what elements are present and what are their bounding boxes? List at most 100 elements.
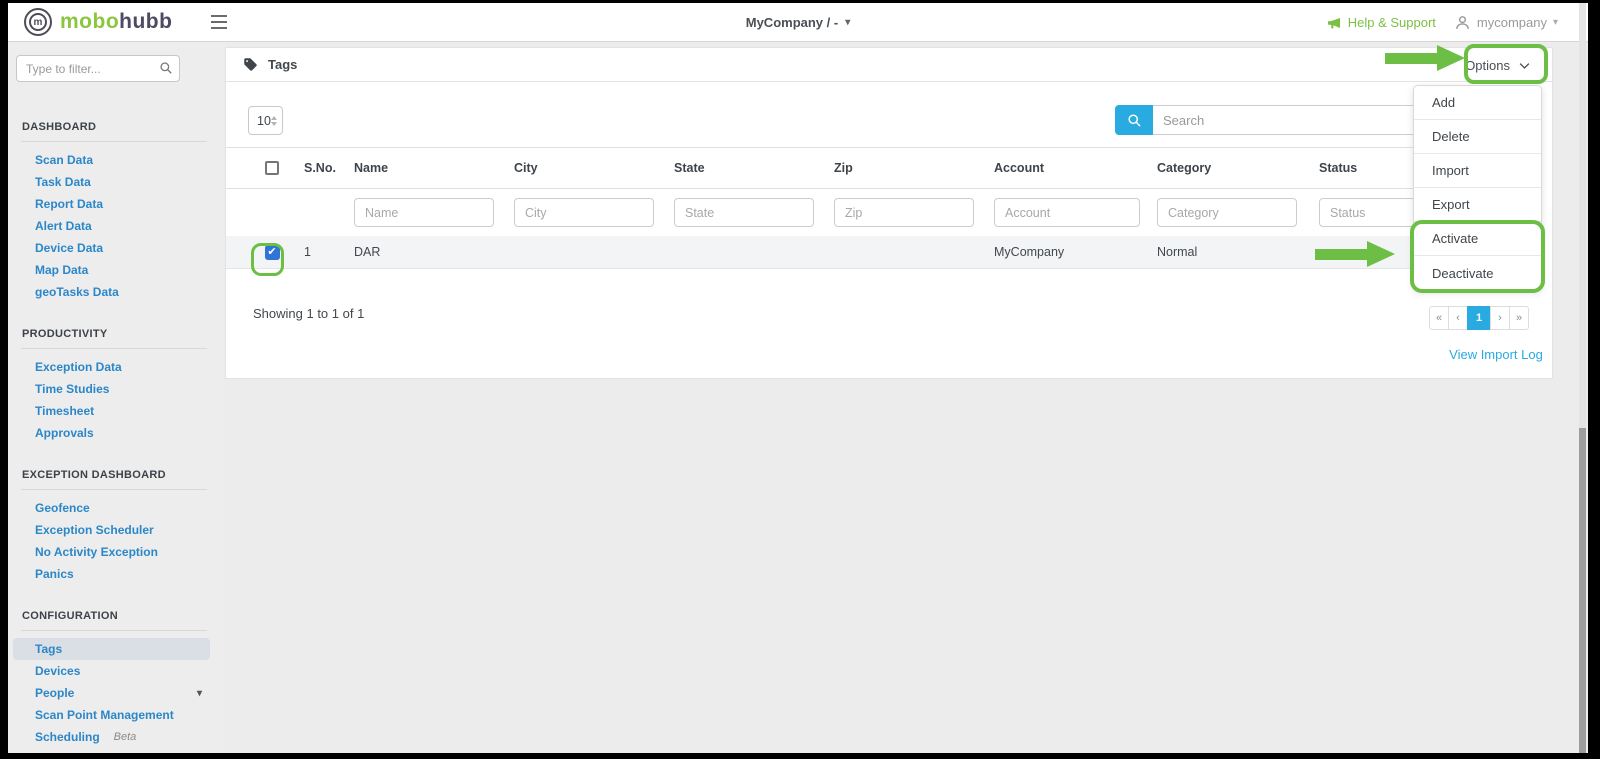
column-header-s-no[interactable]: S.No.	[296, 161, 346, 175]
scrollbar-thumb[interactable]	[1579, 428, 1586, 753]
menu-item-deactivate[interactable]: Deactivate	[1414, 256, 1541, 290]
user-menu-label: mycompany	[1477, 15, 1547, 30]
sidebar-item-devices[interactable]: Devices	[13, 660, 210, 682]
page-nav-button[interactable]: ›	[1490, 306, 1510, 330]
column-header-name[interactable]: Name	[346, 161, 506, 175]
sidebar-item-timesheet[interactable]: Timesheet	[13, 400, 210, 422]
sidebar-item-label: Approvals	[35, 426, 94, 440]
page-nav-button[interactable]: ‹	[1448, 306, 1468, 330]
filter-input-city[interactable]	[514, 198, 654, 227]
panel-header: Tags Options	[226, 48, 1552, 82]
megaphone-icon	[1326, 15, 1342, 31]
sidebar-item-geotasks-data[interactable]: geoTasks Data	[13, 281, 210, 303]
sidebar-item-label: Map Data	[35, 263, 88, 277]
sidebar-item-label: Tasks	[35, 752, 68, 753]
chevron-down-icon: ▾	[1553, 17, 1558, 28]
menu-item-add[interactable]: Add	[1414, 86, 1541, 120]
sidebar-item-panics[interactable]: Panics	[13, 563, 210, 585]
sidebar-filter-input[interactable]	[16, 55, 180, 82]
logo-text-mobo: mobo	[60, 10, 119, 33]
sidebar-item-label: Devices	[35, 664, 80, 678]
section-divider	[21, 348, 207, 349]
checkbox-wrap: ✔	[258, 238, 287, 267]
top-header: m mobohubb MyCompany / - ▾ Help & Suppor…	[8, 3, 1588, 42]
column-header-zip[interactable]: Zip	[826, 161, 986, 175]
menu-item-import[interactable]: Import	[1414, 154, 1541, 188]
logo-text-hubb: hubb	[119, 10, 172, 33]
select-all-checkbox[interactable]	[265, 161, 279, 175]
section-title-productivity: PRODUCTIVITY	[22, 328, 223, 340]
page-title: Tags	[268, 57, 297, 72]
sidebar-item-exception-scheduler[interactable]: Exception Scheduler	[13, 519, 210, 541]
column-header-state[interactable]: State	[666, 161, 826, 175]
sidebar-item-tags[interactable]: Tags	[13, 638, 210, 660]
sidebar-item-people[interactable]: People▾	[13, 682, 210, 704]
beta-badge: Beta	[114, 731, 137, 743]
column-header-city[interactable]: City	[506, 161, 666, 175]
sidebar-item-label: Geofence	[35, 501, 90, 515]
sidebar-item-scheduling[interactable]: SchedulingBeta	[13, 726, 210, 748]
section-divider	[21, 141, 207, 142]
sidebar-nav: DASHBOARDScan DataTask DataReport DataAl…	[8, 121, 223, 753]
column-header-account[interactable]: Account	[986, 161, 1149, 175]
search-button[interactable]	[1115, 105, 1153, 135]
options-button[interactable]: Options	[1453, 51, 1544, 79]
company-switcher-dropdown[interactable]: MyCompany / - ▾	[746, 3, 851, 42]
sidebar-item-label: Alert Data	[35, 219, 92, 233]
column-header-category[interactable]: Category	[1149, 161, 1311, 175]
sidebar-item-label: Tags	[35, 642, 62, 656]
filter-cell	[666, 198, 826, 227]
menu-item-delete[interactable]: Delete	[1414, 120, 1541, 154]
sidebar-item-no-activity-exception[interactable]: No Activity Exception	[13, 541, 210, 563]
sidebar-item-label: Panics	[35, 567, 74, 581]
filter-input-account[interactable]	[994, 198, 1140, 227]
sidebar-item-label: Time Studies	[35, 382, 109, 396]
cell-sno: 1	[296, 245, 346, 259]
sidebar-item-time-studies[interactable]: Time Studies	[13, 378, 210, 400]
user-menu-dropdown[interactable]: mycompany ▾	[1454, 14, 1558, 31]
sidebar-item-device-data[interactable]: Device Data	[13, 237, 210, 259]
page-size-selector[interactable]: 10	[248, 106, 283, 135]
sidebar-item-geofence[interactable]: Geofence	[13, 497, 210, 519]
filter-input-status[interactable]	[1319, 198, 1427, 227]
page-nav-button[interactable]: »	[1509, 306, 1529, 330]
view-import-log-link[interactable]: View Import Log	[1426, 347, 1566, 362]
table-row[interactable]: ✔1DARMyCompanyNormal	[226, 236, 1539, 269]
app-logo[interactable]: m mobohubb	[24, 8, 172, 36]
row-checkbox[interactable]: ✔	[265, 245, 280, 260]
section-title-exception-dashboard: EXCEPTION DASHBOARD	[22, 469, 223, 481]
page-nav-button[interactable]: «	[1429, 306, 1449, 330]
filter-input-name[interactable]	[354, 198, 494, 227]
sidebar-item-map-data[interactable]: Map Data	[13, 259, 210, 281]
filter-input-zip[interactable]	[834, 198, 974, 227]
search-icon	[1127, 113, 1142, 128]
sidebar-item-alert-data[interactable]: Alert Data	[13, 215, 210, 237]
chevron-down-icon	[1517, 58, 1532, 73]
menu-item-export[interactable]: Export	[1414, 188, 1541, 222]
filter-cell	[986, 198, 1149, 227]
hamburger-menu-icon[interactable]	[211, 15, 227, 29]
page-number-current[interactable]: 1	[1467, 306, 1491, 330]
sidebar-item-label: Timesheet	[35, 404, 94, 418]
help-support-link[interactable]: Help & Support	[1326, 15, 1436, 31]
sidebar-item-tasks[interactable]: Tasks	[13, 748, 210, 753]
sidebar-item-report-data[interactable]: Report Data	[13, 193, 210, 215]
spinner-arrows-icon[interactable]	[271, 116, 277, 126]
search-icon	[159, 61, 173, 75]
tags-table: S.No.NameCityStateZipAccountCategoryStat…	[226, 147, 1539, 269]
sidebar-item-scan-data[interactable]: Scan Data	[13, 149, 210, 171]
filter-input-category[interactable]	[1157, 198, 1297, 227]
filter-input-state[interactable]	[674, 198, 814, 227]
sidebar-item-label: Device Data	[35, 241, 103, 255]
sidebar-item-task-data[interactable]: Task Data	[13, 171, 210, 193]
menu-item-activate[interactable]: Activate	[1414, 222, 1541, 256]
cell-name: DAR	[346, 245, 506, 259]
sidebar-item-exception-data[interactable]: Exception Data	[13, 356, 210, 378]
options-dropdown-menu: AddDeleteImportExportActivateDeactivate	[1413, 85, 1542, 291]
sidebar-item-label: Scan Data	[35, 153, 93, 167]
sidebar-item-approvals[interactable]: Approvals	[13, 422, 210, 444]
user-icon	[1454, 14, 1471, 31]
sidebar-item-scan-point-management[interactable]: Scan Point Management	[13, 704, 210, 726]
cell-account: MyCompany	[986, 245, 1149, 259]
section-divider	[21, 630, 207, 631]
